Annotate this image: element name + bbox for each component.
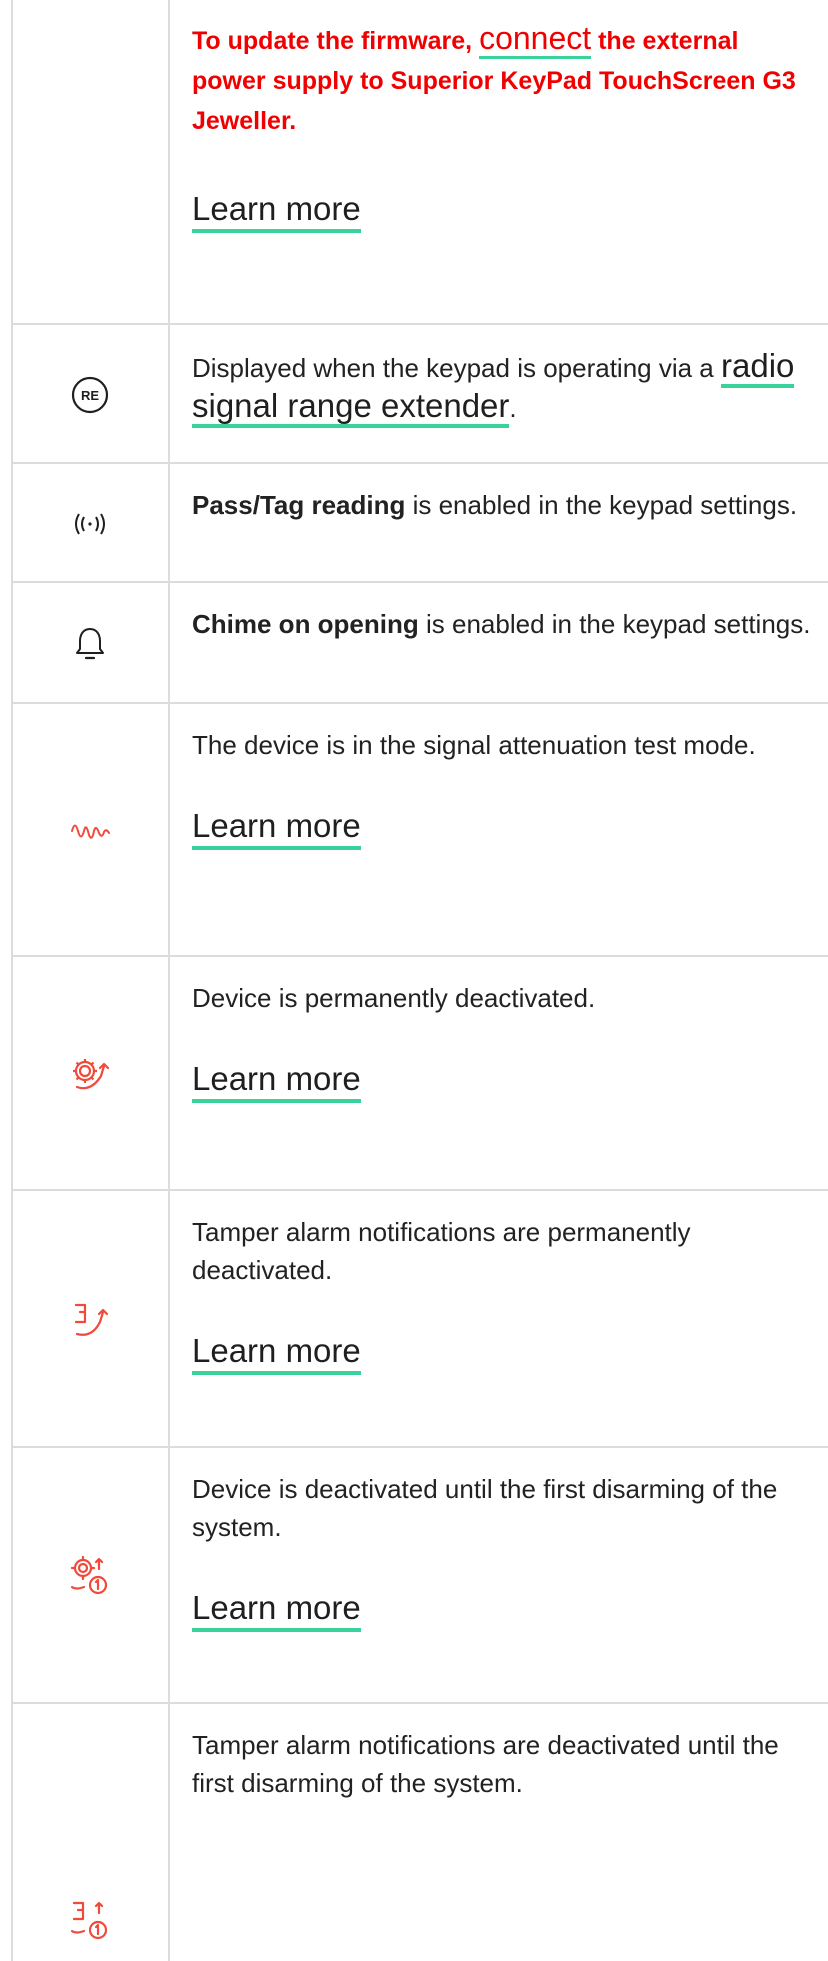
table-row: The device is in the signal attenuation … [12, 704, 828, 957]
table-row: Tamper alarm notifications are permanent… [12, 1191, 828, 1448]
connect-link[interactable]: connect [479, 20, 592, 59]
status-icons-table: To update the firmware, connect the exte… [0, 0, 828, 1961]
device-deactivated-until-disarm-icon [66, 1554, 114, 1598]
table-row: RE Displayed when the keypad is operatin… [12, 325, 828, 464]
setting-name: Chime on opening [192, 609, 419, 639]
row-text: Device is deactivated until the first di… [192, 1474, 778, 1542]
learn-more-link[interactable]: Learn more [192, 1331, 361, 1375]
text-cell: To update the firmware, connect the exte… [192, 0, 816, 233]
icon-cell [12, 1448, 168, 1704]
table-row: Pass/Tag reading is enabled in the keypa… [12, 464, 828, 583]
firmware-warning: To update the firmware, connect the exte… [192, 18, 816, 141]
text-cell: Device is deactivated until the first di… [192, 1448, 816, 1632]
tamper-deactivated-until-disarm-icon [66, 1899, 114, 1943]
row-text: Tamper alarm notifications are deactivat… [192, 1730, 779, 1798]
learn-more-link[interactable]: Learn more [192, 1588, 361, 1632]
row-text: Tamper alarm notifications are permanent… [192, 1217, 691, 1285]
icon-cell [12, 1191, 168, 1448]
text-cell: The device is in the signal attenuation … [192, 704, 816, 850]
text-cell: Displayed when the keypad is operating v… [192, 325, 816, 428]
row-text: The device is in the signal attenuation … [192, 730, 756, 760]
text-cell: Chime on opening is enabled in the keypa… [192, 583, 816, 643]
bell-icon [73, 624, 107, 664]
icon-cell [12, 1704, 168, 1961]
tamper-deactivated-icon [68, 1300, 112, 1340]
row-text-suffix: . [509, 393, 517, 423]
table-row: To update the firmware, connect the exte… [12, 0, 828, 325]
icon-cell [12, 583, 168, 704]
text-cell: Pass/Tag reading is enabled in the keypa… [192, 464, 816, 524]
row-text: is enabled in the keypad settings. [405, 490, 798, 520]
table-row: Chime on opening is enabled in the keypa… [12, 583, 828, 704]
setting-name: Pass/Tag reading [192, 490, 406, 520]
icon-cell [12, 957, 168, 1191]
table-row: Device is permanently deactivated. Learn… [12, 957, 828, 1191]
firmware-warning-prefix: To update the firmware, [192, 27, 480, 55]
row-text: Displayed when the keypad is operating v… [192, 353, 721, 383]
text-cell: Tamper alarm notifications are permanent… [192, 1191, 816, 1375]
table-row: Tamper alarm notifications are deactivat… [12, 1704, 828, 1961]
svg-text:RE: RE [81, 388, 99, 403]
icon-cell [12, 704, 168, 957]
text-cell: Device is permanently deactivated. Learn… [192, 957, 816, 1103]
learn-more-link[interactable]: Learn more [192, 1059, 361, 1103]
icon-cell [12, 464, 168, 583]
learn-more-link[interactable]: Learn more [192, 806, 361, 850]
text-cell: Tamper alarm notifications are deactivat… [192, 1704, 816, 1802]
icon-cell [12, 0, 168, 325]
learn-more-link[interactable]: Learn more [192, 189, 361, 233]
table-row: Device is deactivated until the first di… [12, 1448, 828, 1704]
icon-cell: RE [12, 325, 168, 464]
row-text: is enabled in the keypad settings. [418, 609, 811, 639]
re-extender-icon: RE [70, 375, 110, 415]
pass-tag-reading-icon [70, 509, 110, 539]
device-deactivated-icon [67, 1054, 113, 1094]
signal-attenuation-icon [69, 818, 111, 844]
row-text: Device is permanently deactivated. [192, 983, 596, 1013]
